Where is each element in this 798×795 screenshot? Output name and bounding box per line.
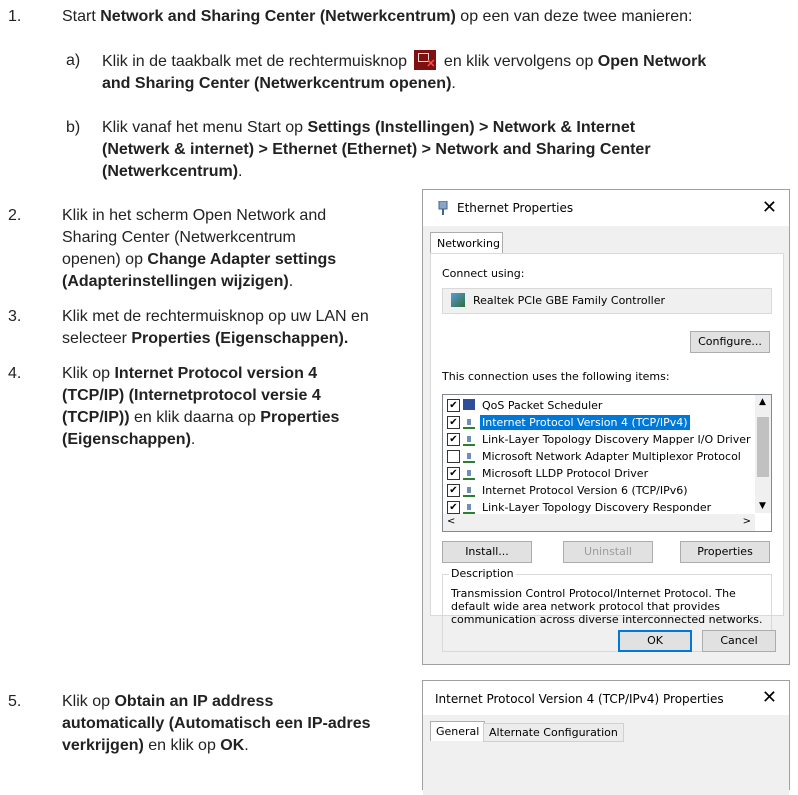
cancel-button[interactable]: Cancel (702, 630, 776, 652)
items-label: This connection uses the following items… (442, 370, 670, 383)
dialog-body: Networking Connect using: Realtek PCIe G… (423, 226, 789, 664)
chevron-right-icon[interactable]: > (743, 516, 751, 527)
adapter-name: Realtek PCIe GBE Family Controller (473, 294, 666, 307)
item-label: QoS Packet Scheduler (482, 399, 603, 412)
install-button[interactable]: Install... (442, 541, 532, 563)
step-text: Klik met de rechtermuisknop op uw LAN en… (62, 308, 369, 347)
item-checkbox[interactable]: ✔ (447, 501, 460, 514)
document-page: 1. Start Network and Sharing Center (Net… (0, 0, 798, 795)
close-icon[interactable]: ✕ (762, 687, 777, 708)
item-checkbox[interactable]: ✔ (447, 416, 460, 429)
ok-button[interactable]: OK (618, 630, 692, 652)
item-label: Link-Layer Topology Discovery Responder (482, 501, 712, 514)
item-checkbox[interactable]: ✔ (447, 399, 460, 412)
properties-button[interactable]: Properties (680, 541, 770, 563)
adapter-field: Realtek PCIe GBE Family Controller (442, 288, 772, 314)
description-text: Transmission Control Protocol/Internet P… (451, 587, 763, 626)
step-text: Start Network and Sharing Center (Netwer… (62, 8, 693, 25)
substep-text: Klik vanaf het menu Start op Settings (I… (102, 119, 651, 180)
horizontal-scrollbar[interactable]: < > (443, 514, 755, 531)
item-label: Internet Protocol Version 6 (TCP/IPv6) (482, 484, 688, 497)
step-text: Klik in het scherm Open Network and Shar… (62, 207, 337, 290)
configure-button[interactable]: Configure... (690, 331, 770, 353)
dialog-title: Ethernet Properties (457, 201, 574, 215)
tab-networking[interactable]: Networking (430, 232, 503, 254)
item-label: Internet Protocol Version 4 (TCP/IPv4) (480, 415, 690, 430)
network-protocol-icon (463, 418, 475, 429)
tab-alternate-configuration[interactable]: Alternate Configuration (483, 723, 624, 742)
network-protocol-icon (463, 469, 475, 480)
chevron-down-icon[interactable]: ▼ (759, 501, 766, 511)
step-number: 1. (8, 8, 22, 25)
network-protocol-icon (463, 486, 475, 497)
close-icon[interactable]: ✕ (762, 197, 777, 218)
item-checkbox[interactable]: ✔ (447, 484, 460, 497)
dialog-titlebar: Ethernet Properties ✕ (423, 190, 789, 226)
item-checkbox[interactable]: ✔ (447, 467, 460, 480)
substep-text: Klik in de taakbalk met de rechtermuiskn… (102, 50, 706, 95)
step-number: 5. (8, 693, 22, 710)
network-adapter-icon (451, 293, 465, 307)
dialog-body: General Alternate Configuration (423, 715, 789, 795)
item-label: Link-Layer Topology Discovery Mapper I/O… (482, 433, 751, 446)
scroll-thumb[interactable] (757, 417, 769, 477)
network-error-icon: ✕ (414, 50, 437, 70)
tab-panel: Connect using: Realtek PCIe GBE Family C… (430, 253, 784, 652)
chevron-up-icon[interactable]: ▲ (759, 397, 766, 407)
uninstall-button[interactable]: Uninstall (563, 541, 653, 563)
item-label: Microsoft Network Adapter Multiplexor Pr… (482, 450, 741, 463)
item-label: Microsoft LLDP Protocol Driver (482, 467, 649, 480)
substep-label: a) (66, 52, 81, 69)
step-text: Klik op Internet Protocol version 4 (TCP… (62, 365, 340, 448)
chevron-left-icon[interactable]: < (447, 516, 455, 527)
substep-label: b) (66, 119, 81, 136)
ethernet-icon (438, 201, 448, 215)
ipv4-properties-dialog: Internet Protocol Version 4 (TCP/IPv4) P… (422, 680, 790, 795)
step-number: 4. (8, 365, 22, 382)
items-list[interactable]: ✔ QoS Packet Scheduler ✔ Internet Protoc… (442, 394, 772, 532)
dialog-title: Internet Protocol Version 4 (TCP/IPv4) P… (435, 692, 724, 706)
network-protocol-icon (463, 435, 475, 446)
item-checkbox[interactable]: ✔ (447, 433, 460, 446)
step-number: 3. (8, 308, 22, 325)
tab-general[interactable]: General (430, 721, 486, 741)
description-label: Description (449, 567, 516, 580)
item-checkbox[interactable] (447, 450, 460, 463)
step-number: 2. (8, 207, 22, 224)
ethernet-properties-dialog: Ethernet Properties ✕ Networking Connect… (422, 189, 790, 665)
step-text: Klik op Obtain an IP address automatical… (62, 693, 371, 754)
network-protocol-icon (463, 452, 475, 463)
pc-icon (463, 399, 475, 410)
connect-using-label: Connect using: (442, 267, 525, 280)
network-protocol-icon (463, 503, 475, 514)
vertical-scrollbar[interactable]: ▲ ▼ (755, 395, 771, 513)
